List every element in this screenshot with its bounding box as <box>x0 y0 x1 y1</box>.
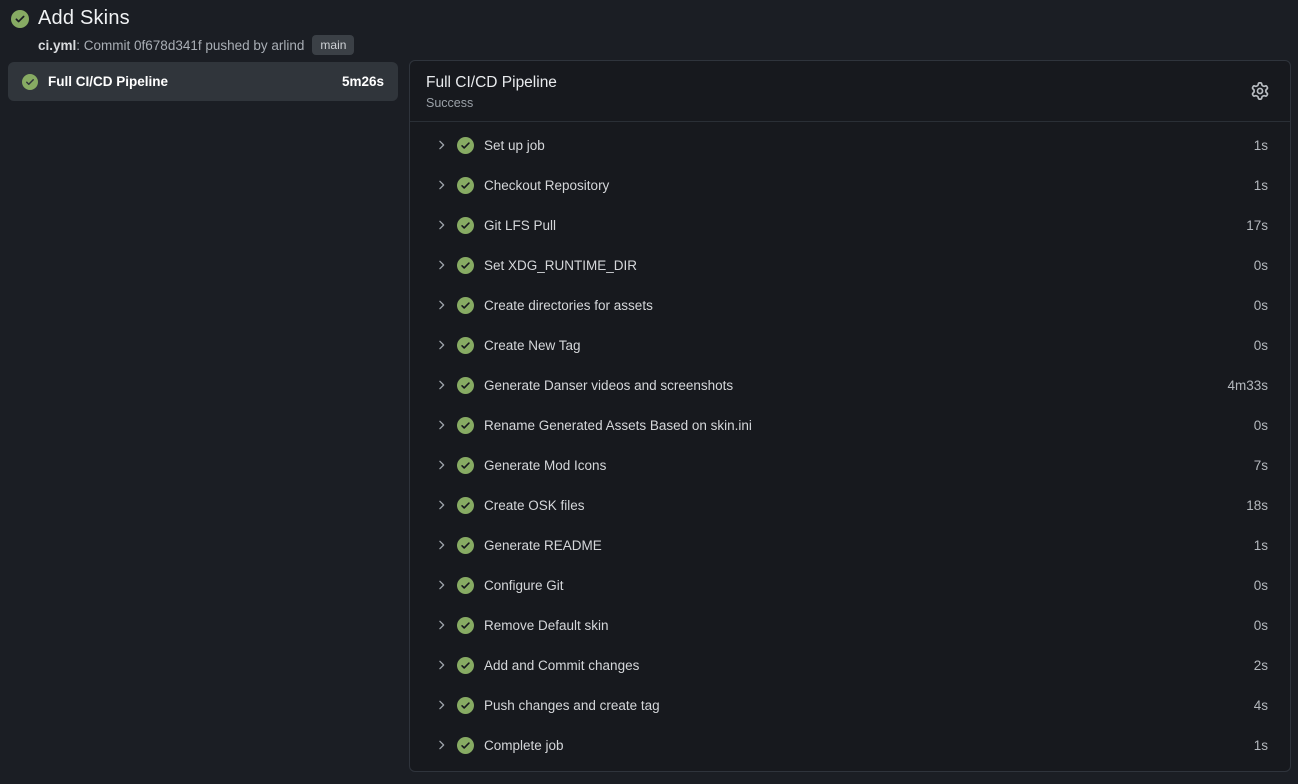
step-success-icon <box>457 257 474 274</box>
run-title: Add Skins <box>38 7 130 30</box>
step-success-icon <box>457 177 474 194</box>
chevron-right-icon[interactable] <box>434 618 448 632</box>
step-duration: 17s <box>1246 218 1268 233</box>
chevron-right-icon[interactable] <box>434 738 448 752</box>
run-main: Full CI/CD Pipeline 5m26s Full CI/CD Pip… <box>0 60 1298 772</box>
step-success-icon <box>457 697 474 714</box>
step-success-icon <box>457 497 474 514</box>
commit-text: : Commit 0f678d341f pushed by arlind <box>76 38 304 53</box>
step-name: Push changes and create tag <box>484 698 660 713</box>
step-duration: 0s <box>1254 338 1268 353</box>
step-row[interactable]: Generate Danser videos and screenshots 4… <box>410 365 1290 405</box>
job-duration: 5m26s <box>342 74 384 89</box>
step-success-icon <box>457 457 474 474</box>
step-row[interactable]: Create New Tag 0s <box>410 325 1290 365</box>
step-name: Remove Default skin <box>484 618 609 633</box>
step-name: Checkout Repository <box>484 178 609 193</box>
step-row[interactable]: Git LFS Pull 17s <box>410 205 1290 245</box>
run-header: Add Skins ci.yml: Commit 0f678d341f push… <box>0 0 1298 60</box>
step-duration: 1s <box>1254 538 1268 553</box>
step-duration: 4s <box>1254 698 1268 713</box>
step-success-icon <box>457 537 474 554</box>
step-name: Set XDG_RUNTIME_DIR <box>484 258 637 273</box>
steps-list: Set up job 1s Checkout Repository 1s Git… <box>410 122 1290 771</box>
step-duration: 0s <box>1254 618 1268 633</box>
sidebar-job-full-cicd-pipeline[interactable]: Full CI/CD Pipeline 5m26s <box>8 62 398 101</box>
step-duration: 4m33s <box>1227 378 1268 393</box>
chevron-right-icon[interactable] <box>434 218 448 232</box>
branch-badge[interactable]: main <box>312 35 354 55</box>
step-name: Set up job <box>484 138 545 153</box>
step-row[interactable]: Create OSK files 18s <box>410 485 1290 525</box>
chevron-right-icon[interactable] <box>434 418 448 432</box>
chevron-right-icon[interactable] <box>434 538 448 552</box>
step-name: Generate Danser videos and screenshots <box>484 378 733 393</box>
step-name: Rename Generated Assets Based on skin.in… <box>484 418 752 433</box>
step-success-icon <box>457 417 474 434</box>
step-row[interactable]: Add and Commit changes 2s <box>410 645 1290 685</box>
step-success-icon <box>457 337 474 354</box>
jobs-sidebar: Full CI/CD Pipeline 5m26s <box>8 60 398 101</box>
step-name: Complete job <box>484 738 564 753</box>
step-row[interactable]: Generate README 1s <box>410 525 1290 565</box>
step-row[interactable]: Checkout Repository 1s <box>410 165 1290 205</box>
step-row[interactable]: Set up job 1s <box>410 125 1290 165</box>
chevron-right-icon[interactable] <box>434 178 448 192</box>
step-name: Create directories for assets <box>484 298 653 313</box>
step-name: Git LFS Pull <box>484 218 556 233</box>
job-detail-title: Full CI/CD Pipeline <box>426 74 1270 92</box>
step-name: Generate Mod Icons <box>484 458 606 473</box>
step-row[interactable]: Generate Mod Icons 7s <box>410 445 1290 485</box>
step-row[interactable]: Remove Default skin 0s <box>410 605 1290 645</box>
step-success-icon <box>457 657 474 674</box>
step-duration: 2s <box>1254 658 1268 673</box>
step-success-icon <box>457 737 474 754</box>
step-row[interactable]: Configure Git 0s <box>410 565 1290 605</box>
step-duration: 0s <box>1254 298 1268 313</box>
chevron-right-icon[interactable] <box>434 578 448 592</box>
chevron-right-icon[interactable] <box>434 138 448 152</box>
step-duration: 0s <box>1254 578 1268 593</box>
step-duration: 0s <box>1254 418 1268 433</box>
step-name: Generate README <box>484 538 602 553</box>
step-success-icon <box>457 617 474 634</box>
step-duration: 18s <box>1246 498 1268 513</box>
chevron-right-icon[interactable] <box>434 378 448 392</box>
chevron-right-icon[interactable] <box>434 498 448 512</box>
chevron-right-icon[interactable] <box>434 338 448 352</box>
chevron-right-icon[interactable] <box>434 298 448 312</box>
job-status-text: Success <box>426 96 1270 110</box>
job-success-icon <box>22 74 38 90</box>
step-row[interactable]: Set XDG_RUNTIME_DIR 0s <box>410 245 1290 285</box>
step-row[interactable]: Rename Generated Assets Based on skin.in… <box>410 405 1290 445</box>
run-success-icon <box>11 10 29 28</box>
gear-icon[interactable] <box>1249 80 1271 102</box>
step-name: Create OSK files <box>484 498 585 513</box>
step-duration: 1s <box>1254 138 1268 153</box>
job-detail-panel: Full CI/CD Pipeline Success Set up job 1… <box>409 60 1291 772</box>
step-duration: 0s <box>1254 258 1268 273</box>
step-row[interactable]: Complete job 1s <box>410 725 1290 765</box>
step-success-icon <box>457 137 474 154</box>
chevron-right-icon[interactable] <box>434 698 448 712</box>
step-success-icon <box>457 377 474 394</box>
step-duration: 7s <box>1254 458 1268 473</box>
step-success-icon <box>457 217 474 234</box>
job-name: Full CI/CD Pipeline <box>48 74 168 89</box>
step-success-icon <box>457 297 474 314</box>
step-row[interactable]: Create directories for assets 0s <box>410 285 1290 325</box>
chevron-right-icon[interactable] <box>434 458 448 472</box>
step-row[interactable]: Push changes and create tag 4s <box>410 685 1290 725</box>
step-duration: 1s <box>1254 738 1268 753</box>
step-success-icon <box>457 577 474 594</box>
job-detail-header: Full CI/CD Pipeline Success <box>410 61 1290 122</box>
chevron-right-icon[interactable] <box>434 658 448 672</box>
workflow-file-link[interactable]: ci.yml <box>38 38 76 53</box>
step-name: Add and Commit changes <box>484 658 639 673</box>
step-name: Configure Git <box>484 578 564 593</box>
run-subtitle: ci.yml: Commit 0f678d341f pushed by arli… <box>38 35 1288 55</box>
step-name: Create New Tag <box>484 338 581 353</box>
step-duration: 1s <box>1254 178 1268 193</box>
chevron-right-icon[interactable] <box>434 258 448 272</box>
